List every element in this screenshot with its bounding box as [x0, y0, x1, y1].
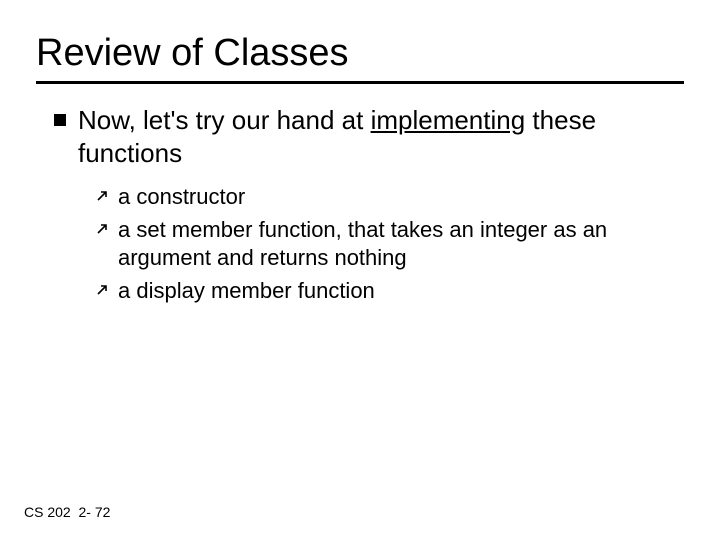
title-divider: [36, 81, 684, 84]
footer-course: CS 202: [24, 504, 71, 520]
slide: Review of Classes Now, let's try our han…: [0, 0, 720, 540]
bullet-text-underlined: implementing: [371, 105, 526, 135]
bullet-level-2: a constructor: [96, 183, 684, 212]
square-bullet-icon: [54, 114, 66, 126]
slide-footer: CS 202 2- 72: [24, 504, 110, 520]
bullet-level-1: Now, let's try our hand at implementing …: [54, 104, 684, 169]
sub-bullet-list: a constructor a set member function, tha…: [96, 183, 684, 305]
bullet-level-2: a set member function, that takes an int…: [96, 216, 684, 273]
bullet-text-prefix: Now, let's try our hand at: [78, 105, 371, 135]
sub-bullet-text: a display member function: [118, 277, 684, 306]
bullet-level-2: a display member function: [96, 277, 684, 306]
slide-title: Review of Classes: [36, 32, 684, 75]
slide-body: Now, let's try our hand at implementing …: [36, 104, 684, 305]
arrow-up-right-icon: [96, 190, 108, 202]
bullet-text: Now, let's try our hand at implementing …: [78, 104, 684, 169]
sub-bullet-text: a constructor: [118, 183, 684, 212]
arrow-up-right-icon: [96, 223, 108, 235]
arrow-up-right-icon: [96, 284, 108, 296]
sub-bullet-text: a set member function, that takes an int…: [118, 216, 684, 273]
footer-page: 2- 72: [78, 504, 110, 520]
